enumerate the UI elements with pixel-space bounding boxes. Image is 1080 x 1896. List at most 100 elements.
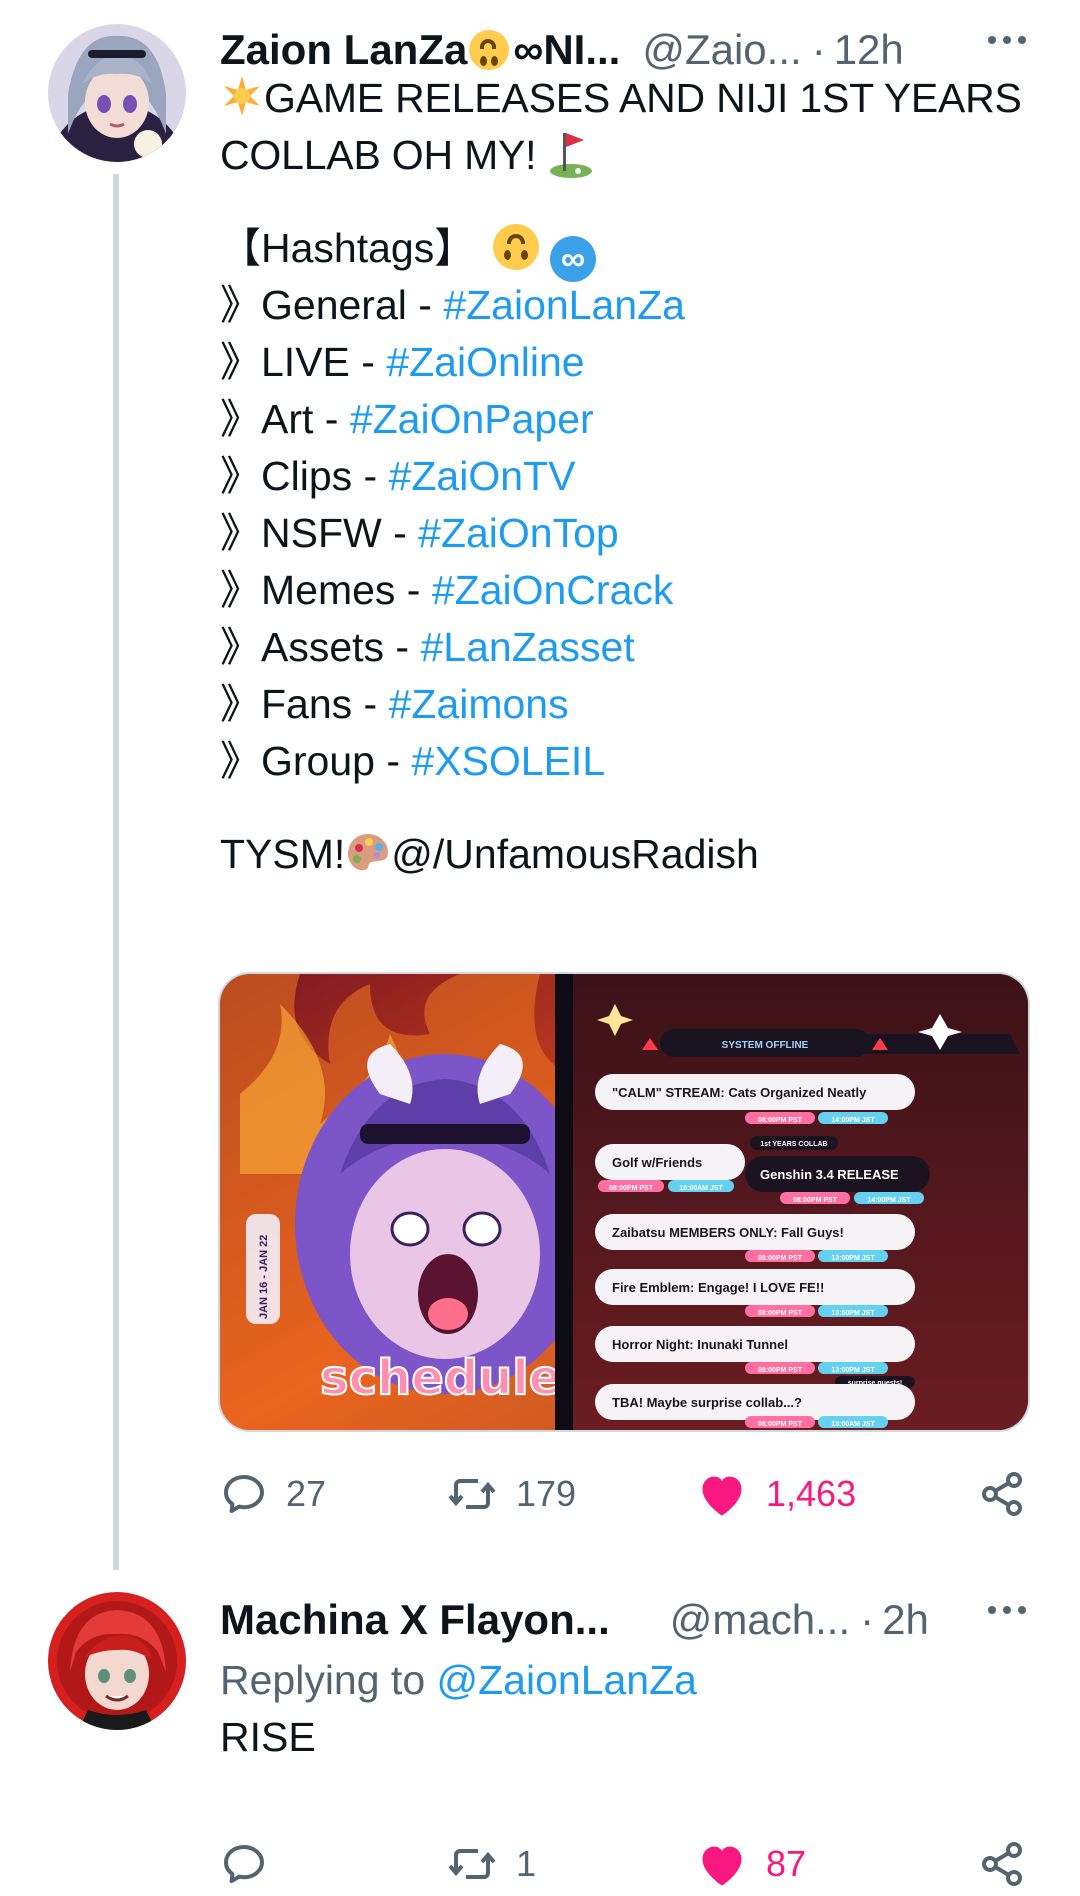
- schedule-item: Horror Night: Inunaki Tunnel: [612, 1337, 788, 1352]
- hashtag-link[interactable]: #ZaiOnPaper: [350, 396, 594, 442]
- schedule-jst: 13:00PM JST: [831, 1255, 875, 1262]
- hashtag-link[interactable]: #ZaionLanZa: [443, 282, 685, 328]
- retweet-icon: [448, 1479, 496, 1509]
- retweet-button[interactable]: 1: [446, 1832, 536, 1896]
- like-button[interactable]: 1,463: [696, 1462, 856, 1526]
- reply-body: Replying to @ZaionLanZa RISE: [220, 1652, 1040, 1766]
- share-button[interactable]: [978, 1462, 1026, 1526]
- golf-flag-emoji: [548, 129, 594, 179]
- schedule-item: Golf w/Friends: [612, 1155, 702, 1170]
- schedule-pst: 08:00PM PST: [758, 1421, 803, 1428]
- hashtags-header: 【Hashtags】: [220, 225, 476, 271]
- schedule-jst: 13:00AM JST: [831, 1421, 875, 1428]
- display-name[interactable]: Zaion LanZa: [220, 26, 467, 74]
- schedule-item: Fire Emblem: Engage! I LOVE FE!!: [612, 1280, 824, 1295]
- hashtag-label: 》General -: [220, 282, 444, 328]
- share-button[interactable]: [978, 1832, 1026, 1896]
- hashtag-label: 》LIVE -: [220, 339, 387, 385]
- like-count: 1,463: [766, 1473, 857, 1514]
- like-icon: [702, 1846, 742, 1886]
- schedule-jst: 14:00PM JST: [831, 1117, 875, 1124]
- hashtag-link[interactable]: #ZaiOnTV: [389, 453, 576, 499]
- schedule-pst: 08:00PM PST: [758, 1117, 803, 1124]
- handle[interactable]: @mach...: [670, 1596, 850, 1644]
- schedule-jst: 14:00PM JST: [867, 1197, 911, 1204]
- infinity-glyph: ∞: [513, 26, 544, 73]
- avatar-zaion[interactable]: [48, 24, 186, 162]
- tweet-reply[interactable]: Machina X Flayon... @mach... · 2h Replyi…: [0, 1570, 1080, 1886]
- handle[interactable]: @Zaio...: [642, 26, 801, 74]
- reply-count: 27: [286, 1473, 327, 1514]
- thread-line: [113, 174, 119, 1570]
- schedule-jst: 10:00AM JST: [679, 1185, 723, 1192]
- media-date-range: JAN 16 - JAN 22: [258, 1235, 270, 1319]
- hashtag-label: 》Fans -: [220, 681, 389, 727]
- credit-text[interactable]: @/UnfamousRadish: [391, 831, 759, 877]
- schedule-item: Zaibatsu MEMBERS ONLY: Fall Guys!: [612, 1225, 844, 1240]
- schedule-pst: 08:00PM PST: [758, 1255, 803, 1262]
- schedule-pst: 08:00PM PST: [793, 1197, 838, 1204]
- separator-dot: ·: [811, 26, 826, 73]
- more-icon[interactable]: [988, 36, 1026, 44]
- media-title: schedule: [320, 1350, 561, 1406]
- collab-note: 1st YEARS COLLAB: [760, 1141, 827, 1148]
- upside-down-face-emoji: [492, 224, 539, 270]
- schedule-pst: 08:00PM PST: [758, 1367, 803, 1374]
- sparkle-emoji: [220, 74, 264, 118]
- hashtag-link[interactable]: #ZaiOnTop: [418, 510, 619, 556]
- tweet-header: Machina X Flayon... @mach... · 2h: [220, 1590, 1040, 1650]
- hashtag-label: 》Group -: [220, 738, 412, 784]
- hashtag-label: 》Art -: [220, 396, 350, 442]
- hashtag-link[interactable]: #XSOLEIL: [411, 738, 605, 784]
- separator-dot: ·: [860, 1596, 875, 1643]
- schedule-item: TBA! Maybe surprise collab...?: [612, 1395, 802, 1410]
- replying-to-label: Replying to: [220, 1657, 437, 1703]
- schedule-pst: 08:00PM PST: [758, 1310, 803, 1317]
- tweet-actions: 27 179 1,463: [220, 1462, 1030, 1526]
- infinity-emoji: ∞: [550, 236, 597, 282]
- media-status: SYSTEM OFFLINE: [722, 1040, 809, 1051]
- reply-icon: [224, 1475, 264, 1513]
- like-icon: [702, 1476, 742, 1516]
- hashtag-label: 》Clips -: [220, 453, 389, 499]
- replying-to-handle[interactable]: @ZaionLanZa: [437, 1657, 697, 1703]
- avatar-machina[interactable]: [48, 1592, 186, 1730]
- reply-button[interactable]: [220, 1832, 286, 1896]
- hashtag-label: 》NSFW -: [220, 510, 419, 556]
- tweet-actions: 1 87: [220, 1832, 1030, 1896]
- like-button[interactable]: 87: [696, 1832, 806, 1896]
- share-icon: [982, 1472, 1022, 1516]
- thanks-text: TYSM!: [220, 831, 346, 877]
- hashtag-link[interactable]: #ZaiOnline: [386, 339, 584, 385]
- schedule-jst: 13:00PM JST: [831, 1367, 875, 1374]
- hashtag-link[interactable]: #LanZasset: [420, 624, 634, 670]
- headline-line-1: GAME RELEASES AND NIJI 1ST YEARS: [264, 75, 1022, 121]
- timestamp[interactable]: 12h: [834, 26, 904, 74]
- timestamp[interactable]: 2h: [882, 1596, 929, 1644]
- upside-down-face-emoji: [469, 30, 510, 70]
- tweet-main[interactable]: Zaion LanZa ∞ NI... @Zaio... · 12h GAME …: [0, 0, 1080, 1570]
- display-name[interactable]: Machina X Flayon...: [220, 1596, 610, 1644]
- share-icon: [982, 1842, 1022, 1886]
- reply-button[interactable]: 27: [220, 1462, 326, 1526]
- reply-text: RISE: [220, 1714, 316, 1760]
- headline-line-2: COLLAB OH MY!: [220, 132, 537, 178]
- palette-emoji: [345, 830, 391, 876]
- retweet-count: 1: [516, 1843, 537, 1884]
- schedule-jst: 13:00PM JST: [831, 1310, 875, 1317]
- retweet-button[interactable]: 179: [446, 1462, 576, 1526]
- hashtag-label: 》Assets -: [220, 624, 421, 670]
- retweet-count: 179: [516, 1473, 577, 1514]
- display-name-tail[interactable]: NI...: [543, 26, 620, 74]
- like-count: 87: [766, 1843, 807, 1884]
- hashtag-link[interactable]: #ZaiOnCrack: [432, 567, 674, 613]
- hashtag-label: 》Memes -: [220, 567, 432, 613]
- retweet-icon: [448, 1849, 496, 1879]
- tweet-text: GAME RELEASES AND NIJI 1ST YEARS COLLAB …: [220, 70, 1040, 883]
- media-image[interactable]: JAN 16 - JAN 22 schedule SYSTEM OFFLINE …: [218, 972, 1030, 1432]
- reply-icon: [224, 1845, 264, 1883]
- schedule-pst: 08:00PM PST: [609, 1185, 654, 1192]
- hashtag-link[interactable]: #Zaimons: [389, 681, 569, 727]
- more-icon[interactable]: [988, 1606, 1026, 1614]
- schedule-item: Genshin 3.4 RELEASE: [760, 1167, 899, 1182]
